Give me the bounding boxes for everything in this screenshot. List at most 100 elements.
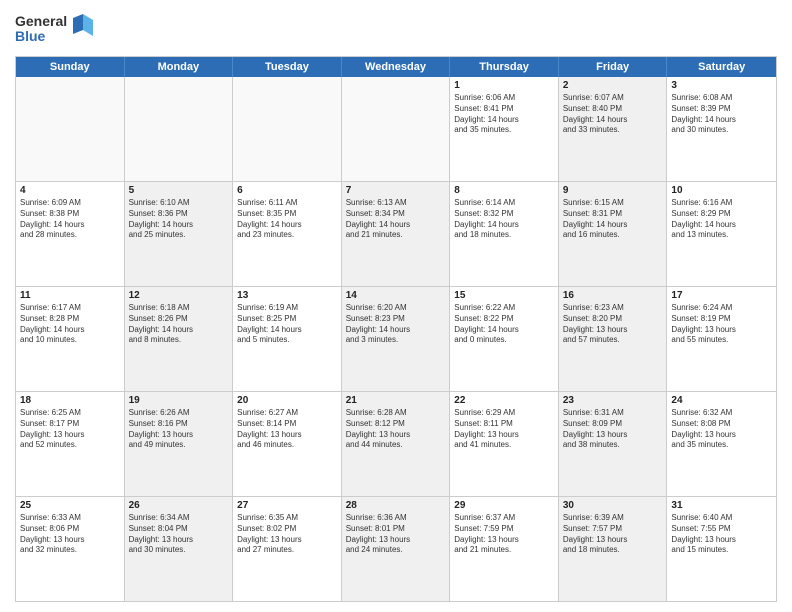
day-number: 27 — [237, 500, 337, 511]
cal-cell — [233, 77, 342, 181]
cal-cell: 16Sunrise: 6:23 AMSunset: 8:20 PMDayligh… — [559, 287, 668, 391]
cal-cell: 9 Sunrise: 6:15 AMSunset: 8:31 PMDaylight… — [559, 182, 668, 286]
cell-info: Sunrise: 6:24 AMSunset: 8:19 PMDaylight:… — [671, 303, 772, 346]
week-row-5: 25 Sunrise: 6:33 AMSunset: 8:06 PMDayligh… — [16, 496, 776, 601]
cell-info: Sunrise: 6:39 AMSunset: 7:57 PMDaylight:… — [563, 513, 663, 556]
cal-cell: 12Sunrise: 6:18 AMSunset: 8:26 PMDayligh… — [125, 287, 234, 391]
day-number: 21 — [346, 395, 446, 406]
day-number: 14 — [346, 290, 446, 301]
cal-cell: 28 Sunrise: 6:36 AMSunset: 8:01 PMDayligh… — [342, 497, 451, 601]
day-number: 28 — [346, 500, 446, 511]
cell-info: Sunrise: 6:35 AMSunset: 8:02 PMDaylight:… — [237, 513, 337, 556]
day-number: 29 — [454, 500, 554, 511]
day-number: 22 — [454, 395, 554, 406]
cal-cell: 22 Sunrise: 6:29 AMSunset: 8:11 PMDayligh… — [450, 392, 559, 496]
day-number: 10 — [671, 185, 772, 196]
day-number: 6 — [237, 185, 337, 196]
logo: General Blue — [15, 10, 95, 48]
week-row-3: 11 Sunrise: 6:17 AMSunset: 8:28 PMDayligh… — [16, 286, 776, 391]
cell-info: Sunrise: 6:09 AMSunset: 8:38 PMDaylight:… — [20, 198, 120, 241]
cell-info: Sunrise: 6:27 AMSunset: 8:14 PMDaylight:… — [237, 408, 337, 451]
cal-cell: 19Sunrise: 6:26 AMSunset: 8:16 PMDayligh… — [125, 392, 234, 496]
cal-cell: 4 Sunrise: 6:09 AMSunset: 8:38 PMDaylight… — [16, 182, 125, 286]
cell-info: Sunrise: 6:15 AMSunset: 8:31 PMDaylight:… — [563, 198, 663, 241]
svg-text:General: General — [15, 13, 67, 29]
cal-cell: 1Sunrise: 6:06 AMSunset: 8:41 PMDaylight… — [450, 77, 559, 181]
day-header-saturday: Saturday — [667, 57, 776, 77]
cell-info: Sunrise: 6:34 AMSunset: 8:04 PMDaylight:… — [129, 513, 229, 556]
cal-cell: 31 Sunrise: 6:40 AMSunset: 7:55 PMDayligh… — [667, 497, 776, 601]
day-header-friday: Friday — [559, 57, 668, 77]
day-number: 26 — [129, 500, 229, 511]
day-number: 30 — [563, 500, 663, 511]
cell-info: Sunrise: 6:31 AMSunset: 8:09 PMDaylight:… — [563, 408, 663, 451]
cell-info: Sunrise: 6:26 AMSunset: 8:16 PMDaylight:… — [129, 408, 229, 451]
cell-info: Sunrise: 6:40 AMSunset: 7:55 PMDaylight:… — [671, 513, 772, 556]
cell-info: Sunrise: 6:33 AMSunset: 8:06 PMDaylight:… — [20, 513, 120, 556]
cal-cell: 7 Sunrise: 6:13 AMSunset: 8:34 PMDaylight… — [342, 182, 451, 286]
cal-cell: 11 Sunrise: 6:17 AMSunset: 8:28 PMDayligh… — [16, 287, 125, 391]
day-number: 5 — [129, 185, 229, 196]
cal-cell: 10 Sunrise: 6:16 AMSunset: 8:29 PMDayligh… — [667, 182, 776, 286]
day-header-thursday: Thursday — [450, 57, 559, 77]
cal-cell: 21 Sunrise: 6:28 AMSunset: 8:12 PMDayligh… — [342, 392, 451, 496]
cell-info: Sunrise: 6:08 AMSunset: 8:39 PMDaylight:… — [671, 93, 772, 136]
cell-info: Sunrise: 6:10 AMSunset: 8:36 PMDaylight:… — [129, 198, 229, 241]
day-number: 24 — [671, 395, 772, 406]
week-row-4: 18 Sunrise: 6:25 AMSunset: 8:17 PMDayligh… — [16, 391, 776, 496]
cal-cell: 23Sunrise: 6:31 AMSunset: 8:09 PMDayligh… — [559, 392, 668, 496]
cal-cell: 17Sunrise: 6:24 AMSunset: 8:19 PMDayligh… — [667, 287, 776, 391]
cell-info: Sunrise: 6:11 AMSunset: 8:35 PMDaylight:… — [237, 198, 337, 241]
day-number: 15 — [454, 290, 554, 301]
cell-info: Sunrise: 6:17 AMSunset: 8:28 PMDaylight:… — [20, 303, 120, 346]
cal-cell: 24 Sunrise: 6:32 AMSunset: 8:08 PMDayligh… — [667, 392, 776, 496]
day-number: 13 — [237, 290, 337, 301]
cal-cell: 14 Sunrise: 6:20 AMSunset: 8:23 PMDayligh… — [342, 287, 451, 391]
cal-cell: 27 Sunrise: 6:35 AMSunset: 8:02 PMDayligh… — [233, 497, 342, 601]
day-number: 4 — [20, 185, 120, 196]
day-number: 9 — [563, 185, 663, 196]
day-number: 7 — [346, 185, 446, 196]
cell-info: Sunrise: 6:36 AMSunset: 8:01 PMDaylight:… — [346, 513, 446, 556]
cell-info: Sunrise: 6:14 AMSunset: 8:32 PMDaylight:… — [454, 198, 554, 241]
cal-cell: 6 Sunrise: 6:11 AMSunset: 8:35 PMDaylight… — [233, 182, 342, 286]
cal-cell: 20 Sunrise: 6:27 AMSunset: 8:14 PMDayligh… — [233, 392, 342, 496]
day-number: 2 — [563, 80, 663, 91]
cal-cell: 5 Sunrise: 6:10 AMSunset: 8:36 PMDaylight… — [125, 182, 234, 286]
cal-cell: 2 Sunrise: 6:07 AMSunset: 8:40 PMDaylight… — [559, 77, 668, 181]
cell-info: Sunrise: 6:28 AMSunset: 8:12 PMDaylight:… — [346, 408, 446, 451]
day-header-tuesday: Tuesday — [233, 57, 342, 77]
day-header-sunday: Sunday — [16, 57, 125, 77]
cell-info: Sunrise: 6:22 AMSunset: 8:22 PMDaylight:… — [454, 303, 554, 346]
cell-info: Sunrise: 6:37 AMSunset: 7:59 PMDaylight:… — [454, 513, 554, 556]
day-number: 11 — [20, 290, 120, 301]
cal-cell — [125, 77, 234, 181]
cell-info: Sunrise: 6:13 AMSunset: 8:34 PMDaylight:… — [346, 198, 446, 241]
cal-cell: 29 Sunrise: 6:37 AMSunset: 7:59 PMDayligh… — [450, 497, 559, 601]
header: General Blue — [15, 10, 777, 48]
day-number: 31 — [671, 500, 772, 511]
cell-info: Sunrise: 6:32 AMSunset: 8:08 PMDaylight:… — [671, 408, 772, 451]
cell-info: Sunrise: 6:07 AMSunset: 8:40 PMDaylight:… — [563, 93, 663, 136]
cell-info: Sunrise: 6:25 AMSunset: 8:17 PMDaylight:… — [20, 408, 120, 451]
calendar-body: 1Sunrise: 6:06 AMSunset: 8:41 PMDaylight… — [16, 77, 776, 601]
cal-cell: 8 Sunrise: 6:14 AMSunset: 8:32 PMDaylight… — [450, 182, 559, 286]
cal-cell: 3 Sunrise: 6:08 AMSunset: 8:39 PMDaylight… — [667, 77, 776, 181]
day-number: 25 — [20, 500, 120, 511]
cal-cell: 13 Sunrise: 6:19 AMSunset: 8:25 PMDayligh… — [233, 287, 342, 391]
cell-info: Sunrise: 6:23 AMSunset: 8:20 PMDaylight:… — [563, 303, 663, 346]
day-number: 18 — [20, 395, 120, 406]
cell-info: Sunrise: 6:29 AMSunset: 8:11 PMDaylight:… — [454, 408, 554, 451]
day-number: 3 — [671, 80, 772, 91]
day-header-monday: Monday — [125, 57, 234, 77]
cell-info: Sunrise: 6:19 AMSunset: 8:25 PMDaylight:… — [237, 303, 337, 346]
week-row-1: 1Sunrise: 6:06 AMSunset: 8:41 PMDaylight… — [16, 77, 776, 181]
day-number: 8 — [454, 185, 554, 196]
cell-info: Sunrise: 6:20 AMSunset: 8:23 PMDaylight:… — [346, 303, 446, 346]
day-number: 20 — [237, 395, 337, 406]
calendar: SundayMondayTuesdayWednesdayThursdayFrid… — [15, 56, 777, 602]
cal-cell: 15 Sunrise: 6:22 AMSunset: 8:22 PMDayligh… — [450, 287, 559, 391]
week-row-2: 4 Sunrise: 6:09 AMSunset: 8:38 PMDaylight… — [16, 181, 776, 286]
cell-info: Sunrise: 6:16 AMSunset: 8:29 PMDaylight:… — [671, 198, 772, 241]
cal-cell — [342, 77, 451, 181]
